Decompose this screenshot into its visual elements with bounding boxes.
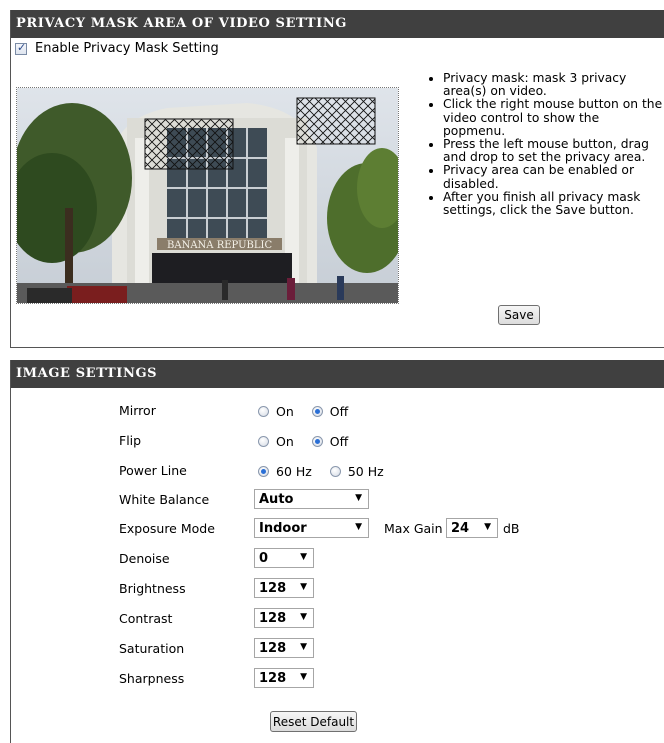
- flip-label: Flip: [119, 433, 142, 448]
- sharpness-value: 128: [259, 670, 287, 686]
- exposure-mode-label: Exposure Mode: [119, 521, 215, 536]
- denoise-select[interactable]: 0 ▼: [254, 548, 314, 568]
- enable-privacy-mask-checkbox[interactable]: ✓: [15, 40, 27, 55]
- instruction-item: After you finish all privacy mask settin…: [443, 190, 663, 217]
- brightness-select[interactable]: 128 ▼: [254, 578, 314, 598]
- max-gain-unit: dB: [503, 521, 520, 536]
- flip-on-label: On: [276, 434, 294, 449]
- chevron-down-icon: ▼: [300, 672, 307, 682]
- contrast-label: Contrast: [119, 611, 173, 626]
- mirror-off-label: Off: [329, 404, 349, 419]
- chevron-down-icon: ▼: [300, 582, 307, 592]
- power-line-radio-group: 60 Hz 50 Hz: [258, 464, 402, 479]
- mirror-label: Mirror: [119, 403, 156, 418]
- instruction-item: Privacy mask: mask 3 privacy area(s) on …: [443, 71, 663, 98]
- chevron-down-icon: ▼: [355, 522, 362, 532]
- contrast-value: 128: [259, 610, 287, 626]
- chevron-down-icon: ▼: [484, 522, 491, 532]
- exposure-mode-select[interactable]: Indoor ▼: [254, 518, 369, 538]
- brightness-value: 128: [259, 580, 287, 596]
- saturation-value: 128: [259, 640, 287, 656]
- instruction-item: Press the left mouse button, drag and dr…: [443, 137, 663, 164]
- power-line-label: Power Line: [119, 463, 187, 478]
- max-gain-select[interactable]: 24 ▼: [446, 518, 498, 538]
- brightness-label: Brightness: [119, 581, 186, 596]
- saturation-label: Saturation: [119, 641, 185, 656]
- saturation-select[interactable]: 128 ▼: [254, 638, 314, 658]
- contrast-select[interactable]: 128 ▼: [254, 608, 314, 628]
- mirror-radio-group: On Off: [258, 404, 366, 419]
- sharpness-label: Sharpness: [119, 671, 185, 686]
- power-line-50hz-label: 50 Hz: [347, 464, 384, 479]
- flip-on-radio[interactable]: [258, 436, 269, 447]
- exposure-mode-value: Indoor: [259, 520, 307, 536]
- mirror-on-radio[interactable]: [258, 406, 269, 417]
- denoise-label: Denoise: [119, 551, 170, 566]
- enable-privacy-mask-row[interactable]: ✓ Enable Privacy Mask Setting: [15, 41, 219, 56]
- white-balance-label: White Balance: [119, 492, 210, 507]
- mirror-on-label: On: [276, 404, 294, 419]
- flip-off-radio[interactable]: [311, 436, 323, 447]
- chevron-down-icon: ▼: [300, 642, 307, 652]
- image-settings-header: IMAGE SETTINGS: [11, 360, 664, 388]
- max-gain-label: Max Gain: [384, 521, 443, 536]
- chevron-down-icon: ▼: [300, 552, 307, 562]
- white-balance-select[interactable]: Auto ▼: [254, 489, 369, 509]
- sharpness-select[interactable]: 128 ▼: [254, 668, 314, 688]
- instruction-item: Privacy area can be enabled or disabled.: [443, 164, 663, 191]
- reset-default-button[interactable]: Reset Default: [270, 711, 357, 732]
- chevron-down-icon: ▼: [300, 612, 307, 622]
- video-preview[interactable]: BANANA REPUBLIC: [16, 87, 399, 304]
- power-line-60hz-radio[interactable]: [258, 466, 269, 477]
- video-frame: BANANA REPUBLIC: [17, 88, 398, 303]
- enable-privacy-mask-label: Enable Privacy Mask Setting: [35, 41, 219, 56]
- power-line-60hz-label: 60 Hz: [276, 464, 312, 479]
- mirror-off-radio[interactable]: [311, 406, 323, 417]
- store-sign: BANANA REPUBLIC: [167, 240, 272, 251]
- white-balance-value: Auto: [259, 491, 294, 507]
- flip-off-label: Off: [329, 434, 349, 449]
- save-button[interactable]: Save: [498, 305, 540, 325]
- chevron-down-icon: ▼: [355, 493, 362, 503]
- instruction-item: Click the right mouse button on the vide…: [443, 98, 663, 138]
- privacy-mask-header: PRIVACY MASK AREA OF VIDEO SETTING: [11, 10, 664, 38]
- max-gain-value: 24: [451, 520, 470, 536]
- check-icon: ✓: [17, 40, 27, 54]
- privacy-instructions: Privacy mask: mask 3 privacy area(s) on …: [428, 71, 663, 217]
- power-line-50hz-radio[interactable]: [329, 466, 341, 477]
- denoise-value: 0: [259, 550, 269, 566]
- flip-radio-group: On Off: [258, 434, 366, 449]
